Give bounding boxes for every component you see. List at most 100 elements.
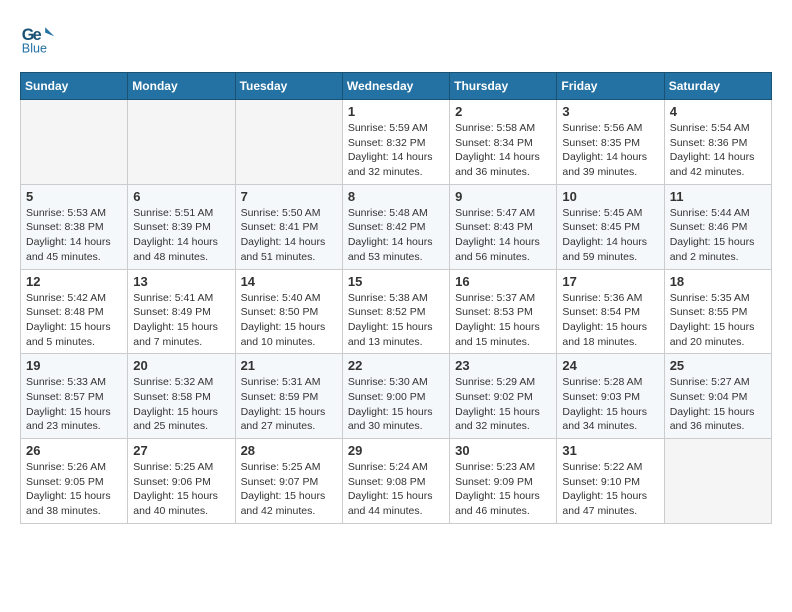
weekday-header-wednesday: Wednesday [342,73,449,100]
day-number: 12 [26,274,122,289]
calendar-table: SundayMondayTuesdayWednesdayThursdayFrid… [20,72,772,524]
day-info: Sunrise: 5:51 AM Sunset: 8:39 PM Dayligh… [133,206,229,265]
day-info: Sunrise: 5:35 AM Sunset: 8:55 PM Dayligh… [670,291,766,350]
calendar-cell: 18 Sunrise: 5:35 AM Sunset: 8:55 PM Dayli… [664,269,771,354]
day-info: Sunrise: 5:53 AM Sunset: 8:38 PM Dayligh… [26,206,122,265]
day-info: Sunrise: 5:38 AM Sunset: 8:52 PM Dayligh… [348,291,444,350]
day-number: 8 [348,189,444,204]
calendar-cell: 13 Sunrise: 5:41 AM Sunset: 8:49 PM Dayli… [128,269,235,354]
day-info: Sunrise: 5:44 AM Sunset: 8:46 PM Dayligh… [670,206,766,265]
calendar-cell: 30 Sunrise: 5:23 AM Sunset: 9:09 PM Dayli… [450,439,557,524]
day-number: 22 [348,358,444,373]
day-info: Sunrise: 5:23 AM Sunset: 9:09 PM Dayligh… [455,460,551,519]
day-number: 31 [562,443,658,458]
calendar-cell [21,100,128,185]
day-number: 21 [241,358,337,373]
day-number: 3 [562,104,658,119]
day-number: 18 [670,274,766,289]
calendar-cell: 19Sunrise: 5:33 AM Sunset: 8:57 PM Dayli… [21,354,128,439]
weekday-header-saturday: Saturday [664,73,771,100]
calendar-cell: 26Sunrise: 5:26 AM Sunset: 9:05 PM Dayli… [21,439,128,524]
day-number: 27 [133,443,229,458]
calendar-cell: 14 Sunrise: 5:40 AM Sunset: 8:50 PM Dayli… [235,269,342,354]
calendar-cell: 16Sunrise: 5:37 AM Sunset: 8:53 PM Dayli… [450,269,557,354]
calendar-cell: 7 Sunrise: 5:50 AM Sunset: 8:41 PM Daylig… [235,184,342,269]
day-number: 11 [670,189,766,204]
calendar-cell: 28Sunrise: 5:25 AM Sunset: 9:07 PM Dayli… [235,439,342,524]
day-info: Sunrise: 5:45 AM Sunset: 8:45 PM Dayligh… [562,206,658,265]
calendar-week-row: 26Sunrise: 5:26 AM Sunset: 9:05 PM Dayli… [21,439,772,524]
logo: G e Blue [20,20,60,56]
calendar-cell: 29 Sunrise: 5:24 AM Sunset: 9:08 PM Dayli… [342,439,449,524]
svg-text:Blue: Blue [22,41,47,55]
calendar-cell: 9Sunrise: 5:47 AM Sunset: 8:43 PM Daylig… [450,184,557,269]
calendar-cell: 4Sunrise: 5:54 AM Sunset: 8:36 PM Daylig… [664,100,771,185]
logo-icon: G e Blue [20,20,56,56]
weekday-header-friday: Friday [557,73,664,100]
day-number: 1 [348,104,444,119]
calendar-cell [235,100,342,185]
calendar-cell: 10 Sunrise: 5:45 AM Sunset: 8:45 PM Dayli… [557,184,664,269]
calendar-cell: 11 Sunrise: 5:44 AM Sunset: 8:46 PM Dayli… [664,184,771,269]
calendar-cell [128,100,235,185]
day-number: 10 [562,189,658,204]
day-info: Sunrise: 5:25 AM Sunset: 9:06 PM Dayligh… [133,460,229,519]
calendar-cell: 17 Sunrise: 5:36 AM Sunset: 8:54 PM Dayli… [557,269,664,354]
day-info: Sunrise: 5:59 AM Sunset: 8:32 PM Dayligh… [348,121,444,180]
day-info: Sunrise: 5:42 AM Sunset: 8:48 PM Dayligh… [26,291,122,350]
day-number: 29 [348,443,444,458]
calendar-week-row: 1 Sunrise: 5:59 AM Sunset: 8:32 PM Daylig… [21,100,772,185]
weekday-header-sunday: Sunday [21,73,128,100]
day-info: Sunrise: 5:48 AM Sunset: 8:42 PM Dayligh… [348,206,444,265]
day-number: 2 [455,104,551,119]
calendar-week-row: 5 Sunrise: 5:53 AM Sunset: 8:38 PM Daylig… [21,184,772,269]
weekday-header-row: SundayMondayTuesdayWednesdayThursdayFrid… [21,73,772,100]
day-number: 20 [133,358,229,373]
day-info: Sunrise: 5:54 AM Sunset: 8:36 PM Dayligh… [670,121,766,180]
weekday-header-tuesday: Tuesday [235,73,342,100]
day-info: Sunrise: 5:27 AM Sunset: 9:04 PM Dayligh… [670,375,766,434]
day-info: Sunrise: 5:31 AM Sunset: 8:59 PM Dayligh… [241,375,337,434]
day-number: 7 [241,189,337,204]
calendar-cell: 22Sunrise: 5:30 AM Sunset: 9:00 PM Dayli… [342,354,449,439]
day-info: Sunrise: 5:50 AM Sunset: 8:41 PM Dayligh… [241,206,337,265]
day-info: Sunrise: 5:24 AM Sunset: 9:08 PM Dayligh… [348,460,444,519]
calendar-week-row: 19Sunrise: 5:33 AM Sunset: 8:57 PM Dayli… [21,354,772,439]
calendar-cell: 12 Sunrise: 5:42 AM Sunset: 8:48 PM Dayli… [21,269,128,354]
day-info: Sunrise: 5:29 AM Sunset: 9:02 PM Dayligh… [455,375,551,434]
calendar-cell: 20 Sunrise: 5:32 AM Sunset: 8:58 PM Dayli… [128,354,235,439]
day-number: 15 [348,274,444,289]
day-info: Sunrise: 5:47 AM Sunset: 8:43 PM Dayligh… [455,206,551,265]
day-info: Sunrise: 5:36 AM Sunset: 8:54 PM Dayligh… [562,291,658,350]
calendar-cell [664,439,771,524]
day-number: 17 [562,274,658,289]
weekday-header-thursday: Thursday [450,73,557,100]
day-info: Sunrise: 5:22 AM Sunset: 9:10 PM Dayligh… [562,460,658,519]
day-info: Sunrise: 5:32 AM Sunset: 8:58 PM Dayligh… [133,375,229,434]
day-info: Sunrise: 5:58 AM Sunset: 8:34 PM Dayligh… [455,121,551,180]
day-number: 30 [455,443,551,458]
calendar-cell: 23 Sunrise: 5:29 AM Sunset: 9:02 PM Dayli… [450,354,557,439]
day-number: 28 [241,443,337,458]
day-number: 26 [26,443,122,458]
calendar-cell: 8 Sunrise: 5:48 AM Sunset: 8:42 PM Daylig… [342,184,449,269]
calendar-cell: 6Sunrise: 5:51 AM Sunset: 8:39 PM Daylig… [128,184,235,269]
day-number: 19 [26,358,122,373]
day-number: 23 [455,358,551,373]
day-info: Sunrise: 5:40 AM Sunset: 8:50 PM Dayligh… [241,291,337,350]
day-info: Sunrise: 5:28 AM Sunset: 9:03 PM Dayligh… [562,375,658,434]
calendar-cell: 21 Sunrise: 5:31 AM Sunset: 8:59 PM Dayli… [235,354,342,439]
day-number: 5 [26,189,122,204]
calendar-cell: 25Sunrise: 5:27 AM Sunset: 9:04 PM Dayli… [664,354,771,439]
day-number: 13 [133,274,229,289]
day-number: 14 [241,274,337,289]
calendar-cell: 27 Sunrise: 5:25 AM Sunset: 9:06 PM Dayli… [128,439,235,524]
calendar-cell: 3 Sunrise: 5:56 AM Sunset: 8:35 PM Daylig… [557,100,664,185]
calendar-cell: 1 Sunrise: 5:59 AM Sunset: 8:32 PM Daylig… [342,100,449,185]
calendar-cell: 24 Sunrise: 5:28 AM Sunset: 9:03 PM Dayli… [557,354,664,439]
weekday-header-monday: Monday [128,73,235,100]
day-info: Sunrise: 5:56 AM Sunset: 8:35 PM Dayligh… [562,121,658,180]
day-number: 24 [562,358,658,373]
day-info: Sunrise: 5:37 AM Sunset: 8:53 PM Dayligh… [455,291,551,350]
day-info: Sunrise: 5:41 AM Sunset: 8:49 PM Dayligh… [133,291,229,350]
